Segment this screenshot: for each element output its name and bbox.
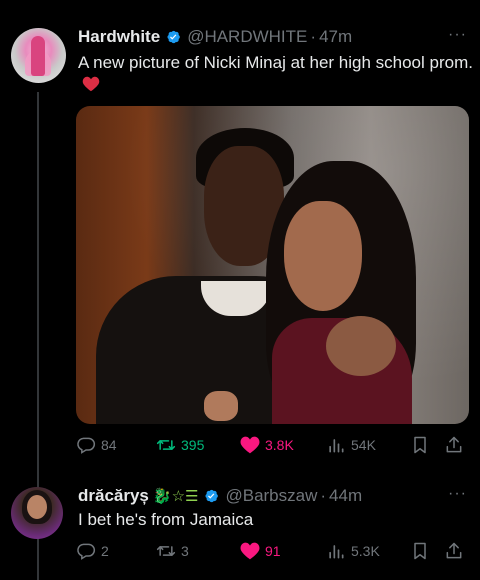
share-icon [446, 436, 462, 453]
like-count: 91 [265, 543, 281, 559]
retweet-button[interactable]: 3 [156, 541, 189, 561]
timestamp[interactable]: 47m [319, 27, 352, 47]
like-count: 3.8K [265, 437, 294, 453]
tweet-photo[interactable] [76, 106, 469, 424]
tweet-text: A new picture of Nicki Minaj at her high… [78, 52, 473, 96]
name-decoration: 🐉☆☰ [152, 488, 199, 505]
reply-icon [77, 543, 96, 560]
share-icon [446, 542, 462, 559]
reply-actions: 2 3 91 5.3K [76, 540, 470, 562]
reply-count: 2 [101, 543, 109, 559]
tweet-header: Hardwhite @HARDWHITE · 47m [78, 27, 352, 47]
separator: · [310, 27, 317, 46]
views-icon [329, 439, 344, 453]
reply-text: I bet he's from Jamaica [78, 510, 254, 529]
tweet-body: A new picture of Nicki Minaj at her high… [78, 53, 473, 72]
reply-avatar[interactable] [11, 487, 63, 539]
verified-badge-icon [205, 489, 219, 503]
reply-author-handle[interactable]: @Barbszaw [225, 486, 317, 506]
retweet-count: 395 [181, 437, 205, 453]
bookmark-button[interactable] [410, 435, 430, 455]
views-count: 5.3K [351, 543, 380, 559]
bookmark-button[interactable] [410, 541, 430, 561]
bookmark-icon [414, 542, 426, 560]
red-heart-emoji-icon [82, 76, 100, 92]
reply-icon [77, 437, 96, 454]
like-icon [240, 436, 260, 454]
more-icon[interactable]: ··· [448, 26, 467, 44]
retweet-button[interactable]: 395 [156, 435, 204, 455]
retweet-icon [156, 546, 176, 556]
verified-badge-icon [167, 30, 181, 44]
tweet-actions: 84 395 3.8K 54K [76, 434, 470, 456]
reply-timestamp[interactable]: 44m [329, 486, 362, 506]
reply-button[interactable]: 84 [76, 435, 117, 455]
reply-header: drăcăryș 🐉☆☰ @Barbszaw · 44m [78, 486, 362, 506]
share-button[interactable] [444, 435, 464, 455]
views-icon [329, 545, 344, 559]
reply-count: 84 [101, 437, 117, 453]
author-handle[interactable]: @HARDWHITE [187, 27, 307, 47]
author-name[interactable]: Hardwhite [78, 27, 160, 47]
reply-button[interactable]: 2 [76, 541, 109, 561]
retweet-icon [156, 440, 176, 450]
views-button[interactable]: 5.3K [326, 541, 380, 561]
like-icon [240, 542, 260, 560]
like-button[interactable]: 91 [240, 541, 281, 561]
avatar[interactable] [11, 28, 66, 83]
like-button[interactable]: 3.8K [240, 435, 294, 455]
retweet-count: 3 [181, 543, 189, 559]
share-button[interactable] [444, 541, 464, 561]
reply-author-name[interactable]: drăcăryș [78, 486, 149, 506]
views-button[interactable]: 54K [326, 435, 376, 455]
bookmark-icon [414, 436, 426, 454]
views-count: 54K [351, 437, 376, 453]
separator: · [320, 486, 327, 505]
more-icon[interactable]: ··· [448, 485, 467, 503]
